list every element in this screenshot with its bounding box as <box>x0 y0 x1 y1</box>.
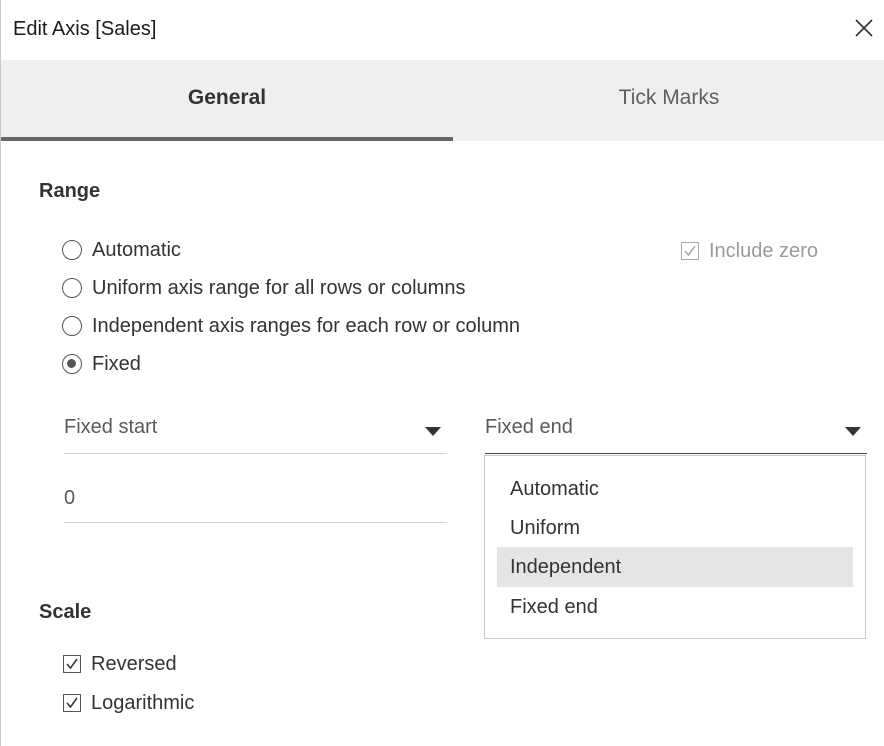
include-zero-label: Include zero <box>709 239 818 262</box>
checkmark-icon <box>66 697 78 709</box>
reversed-label: Reversed <box>91 652 177 675</box>
tab-tick-marks[interactable]: Tick Marks <box>453 60 884 141</box>
fixed-end-dropdown[interactable]: Fixed end <box>485 404 867 454</box>
checkbox[interactable] <box>681 242 699 260</box>
tab-general[interactable]: General <box>1 60 453 141</box>
triangle-down-icon <box>425 424 441 442</box>
scale-heading: Scale <box>39 601 92 623</box>
fixed-end-menu: Automatic Uniform Independent Fixed end <box>484 455 866 639</box>
checkbox[interactable] <box>63 655 81 673</box>
dialog-title: Edit Axis [Sales] <box>13 18 157 40</box>
checkmark-icon <box>684 245 696 257</box>
menu-item-uniform[interactable]: Uniform <box>497 508 853 548</box>
radio-automatic[interactable]: Automatic <box>62 236 181 264</box>
radio-button[interactable] <box>62 278 82 298</box>
fixed-start-selected: Fixed start <box>64 416 158 438</box>
radio-fixed[interactable]: Fixed <box>62 350 141 378</box>
radio-uniform-label: Uniform axis range for all rows or colum… <box>92 276 466 299</box>
include-zero-checkbox[interactable]: Include zero <box>681 237 818 265</box>
radio-button[interactable] <box>62 240 82 260</box>
logarithmic-checkbox[interactable]: Logarithmic <box>63 689 194 717</box>
radio-button-selected[interactable] <box>62 354 82 374</box>
tab-bar: General Tick Marks <box>1 60 884 141</box>
fixed-start-value-input[interactable]: 0 <box>64 475 447 523</box>
radio-independent[interactable]: Independent axis ranges for each row or … <box>62 312 520 340</box>
reversed-checkbox[interactable]: Reversed <box>63 650 177 678</box>
edit-axis-dialog: Edit Axis [Sales] General Tick Marks Ran… <box>0 0 884 746</box>
menu-item-automatic[interactable]: Automatic <box>497 469 853 509</box>
checkbox[interactable] <box>63 694 81 712</box>
title-bar: Edit Axis [Sales] <box>1 0 884 60</box>
close-icon <box>847 10 881 46</box>
fixed-start-dropdown[interactable]: Fixed start <box>64 404 447 454</box>
logarithmic-label: Logarithmic <box>91 691 195 714</box>
fixed-end-selected: Fixed end <box>485 416 573 438</box>
radio-independent-label: Independent axis ranges for each row or … <box>92 314 521 337</box>
range-heading: Range <box>39 180 101 202</box>
radio-fixed-label: Fixed <box>92 352 141 375</box>
menu-item-independent[interactable]: Independent <box>497 547 853 587</box>
triangle-down-icon <box>845 424 861 442</box>
menu-item-fixed-end[interactable]: Fixed end <box>497 587 853 627</box>
radio-automatic-label: Automatic <box>92 238 181 261</box>
checkmark-icon <box>66 658 78 670</box>
radio-button[interactable] <box>62 316 82 336</box>
close-button[interactable] <box>847 10 881 46</box>
radio-uniform[interactable]: Uniform axis range for all rows or colum… <box>62 274 465 302</box>
